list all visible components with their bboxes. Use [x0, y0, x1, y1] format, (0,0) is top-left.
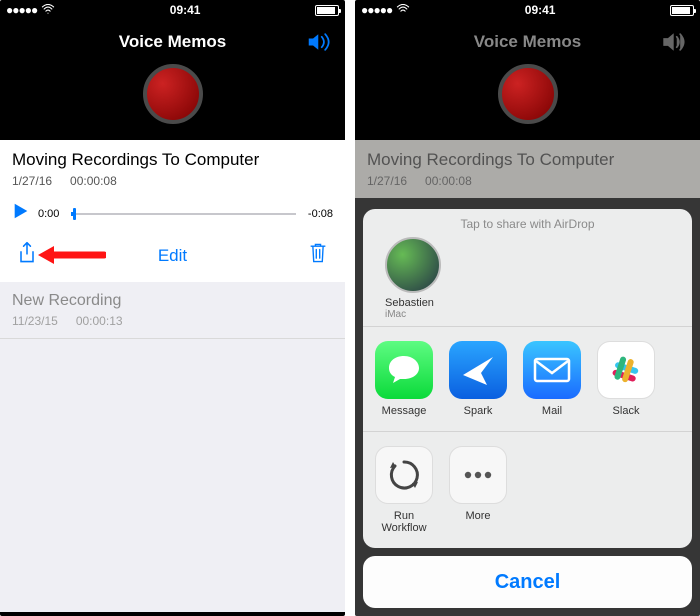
app-header: Voice Memos [0, 20, 345, 64]
remaining-time: -0:08 [308, 208, 333, 220]
signal-dots-icon: ●●●●● [6, 3, 37, 17]
play-icon[interactable] [12, 202, 30, 225]
wifi-icon [396, 3, 410, 17]
signal-dots-icon: ●●●●● [361, 3, 392, 17]
battery-icon [670, 5, 694, 16]
list-item-title: New Recording [12, 292, 333, 310]
share-action-more[interactable]: More [447, 446, 509, 534]
share-action-run-workflow[interactable]: Run Workflow [373, 446, 435, 534]
page-title: Voice Memos [474, 32, 581, 52]
workflow-icon [375, 446, 433, 504]
annotation-arrow-icon [36, 244, 106, 271]
page-title: Voice Memos [119, 32, 226, 52]
list-item[interactable]: New Recording 11/23/15 00:00:13 [0, 282, 345, 339]
record-button[interactable] [143, 64, 203, 124]
recording-duration: 00:00:08 [70, 174, 117, 188]
share-actions-row: Run Workflow More [363, 432, 692, 548]
app-header: Voice Memos [355, 20, 700, 64]
avatar [385, 237, 441, 293]
airdrop-section: Tap to share with AirDrop Sebastien iMac [363, 209, 692, 327]
action-label: Run Workflow [373, 510, 435, 534]
more-icon [449, 446, 507, 504]
list-item-date: 11/23/15 [12, 314, 58, 328]
cancel-button[interactable]: Cancel [363, 556, 692, 608]
airdrop-title: Tap to share with AirDrop [363, 217, 692, 231]
battery-icon [315, 5, 339, 16]
recordings-list: New Recording 11/23/15 00:00:13 [0, 282, 345, 612]
airdrop-contact[interactable]: Sebastien iMac [363, 237, 692, 320]
recording-title: Moving Recordings To Computer [12, 150, 333, 170]
record-area [355, 64, 700, 140]
scrubber-thumb[interactable] [73, 208, 76, 220]
wifi-icon [41, 3, 55, 17]
speaker-icon[interactable] [307, 32, 333, 57]
app-label: Mail [542, 405, 562, 417]
airdrop-contact-name: Sebastien [385, 297, 434, 309]
list-item-duration: 00:00:13 [76, 314, 123, 328]
action-label: More [465, 510, 490, 522]
app-label: Message [382, 405, 427, 417]
phone-right: ●●●●● 09:41 Voice Memos Moving Recording… [355, 0, 700, 616]
share-app-slack[interactable]: Slack [595, 341, 657, 417]
share-app-mail[interactable]: Mail [521, 341, 583, 417]
share-icon[interactable] [16, 241, 38, 270]
spark-icon [449, 341, 507, 399]
edit-button[interactable]: Edit [158, 246, 187, 266]
app-label: Slack [613, 405, 640, 417]
app-label: Spark [464, 405, 493, 417]
share-sheet: Tap to share with AirDrop Sebastien iMac… [363, 209, 692, 608]
record-button [498, 64, 558, 124]
status-time: 09:41 [525, 3, 556, 17]
elapsed-time: 0:00 [38, 208, 59, 220]
playback-bar: 0:00 -0:08 [12, 202, 333, 225]
share-app-spark[interactable]: Spark [447, 341, 509, 417]
mail-icon [523, 341, 581, 399]
slack-icon [597, 341, 655, 399]
share-app-message[interactable]: Message [373, 341, 435, 417]
status-time: 09:41 [170, 3, 201, 17]
recording-date: 1/27/16 [12, 174, 52, 188]
share-apps-row: Message Spark Mail [363, 327, 692, 432]
speaker-icon [662, 32, 688, 57]
statusbar: ●●●●● 09:41 [0, 0, 345, 20]
phone-left: ●●●●● 09:41 Voice Memos Moving Recording… [0, 0, 345, 616]
record-area [0, 64, 345, 140]
statusbar: ●●●●● 09:41 [355, 0, 700, 20]
trash-icon[interactable] [307, 241, 329, 270]
scrubber-track[interactable] [71, 213, 296, 215]
message-icon [375, 341, 433, 399]
airdrop-contact-device: iMac [385, 309, 406, 320]
